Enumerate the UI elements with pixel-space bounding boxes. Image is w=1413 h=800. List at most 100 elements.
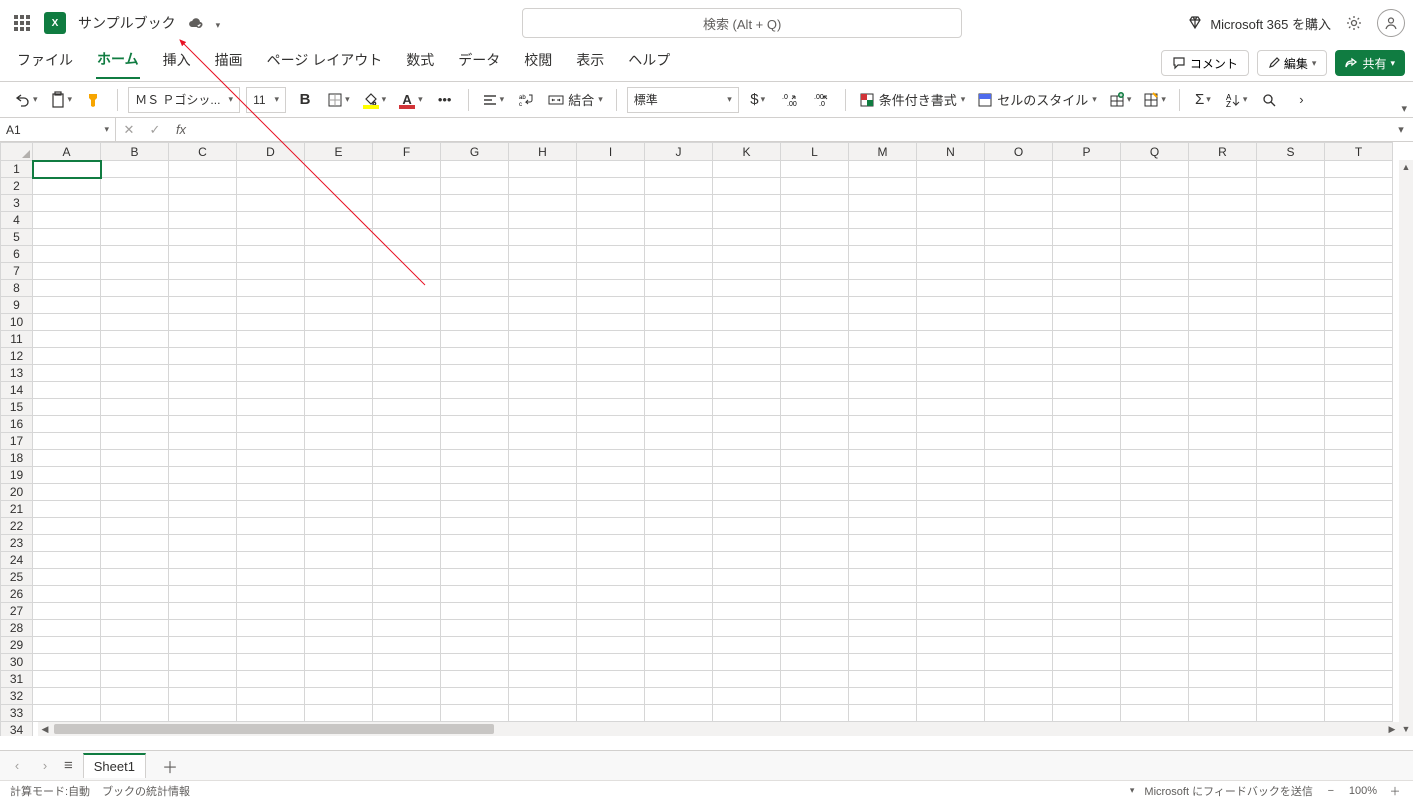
cell[interactable] [1325,552,1393,569]
cell[interactable] [101,620,169,637]
cell[interactable] [849,229,917,246]
row-header[interactable]: 28 [1,620,33,637]
cell[interactable] [713,603,781,620]
cell[interactable] [237,382,305,399]
cell[interactable] [101,382,169,399]
cell[interactable] [781,518,849,535]
cell[interactable] [169,161,237,178]
row-header[interactable]: 19 [1,467,33,484]
cell[interactable] [917,705,985,722]
cell[interactable] [373,535,441,552]
cell[interactable] [509,637,577,654]
cell[interactable] [1325,654,1393,671]
cell[interactable] [917,637,985,654]
cell[interactable] [917,263,985,280]
vertical-scrollbar[interactable]: ▲ ▼ [1399,160,1413,736]
row-header[interactable]: 15 [1,399,33,416]
cell[interactable] [237,195,305,212]
cell[interactable] [1053,603,1121,620]
cell[interactable] [305,229,373,246]
cell[interactable] [33,246,101,263]
cell[interactable] [305,586,373,603]
cell[interactable] [1053,382,1121,399]
cell[interactable] [169,671,237,688]
cell[interactable] [1189,450,1257,467]
cell[interactable] [1189,348,1257,365]
cell[interactable] [509,484,577,501]
cell[interactable] [169,229,237,246]
cell[interactable] [33,518,101,535]
column-header[interactable]: B [101,143,169,161]
cell[interactable] [101,586,169,603]
scroll-down-icon[interactable]: ▼ [1399,722,1413,736]
cell[interactable] [1257,688,1325,705]
cell[interactable] [1257,161,1325,178]
ribbon-expand-icon[interactable]: ▾ [1401,102,1407,115]
cell[interactable] [169,195,237,212]
cell[interactable] [645,399,713,416]
cell[interactable] [1053,620,1121,637]
cell[interactable] [441,467,509,484]
cell[interactable] [169,603,237,620]
cell[interactable] [509,314,577,331]
cell[interactable] [645,280,713,297]
cell[interactable] [1121,603,1189,620]
cell[interactable] [1121,518,1189,535]
cell[interactable] [645,467,713,484]
format-cells-button[interactable]: ▾ [1140,86,1169,114]
cell[interactable] [781,348,849,365]
cell[interactable] [1053,484,1121,501]
cell[interactable] [781,178,849,195]
cell[interactable] [373,161,441,178]
cell[interactable] [849,195,917,212]
cell[interactable] [1121,620,1189,637]
cell[interactable] [1053,348,1121,365]
cell[interactable] [577,637,645,654]
cell[interactable] [1189,246,1257,263]
cell[interactable] [1325,280,1393,297]
cell[interactable] [305,331,373,348]
cell[interactable] [305,246,373,263]
cell[interactable] [645,433,713,450]
cell[interactable] [781,280,849,297]
cell[interactable] [577,399,645,416]
cell[interactable] [441,688,509,705]
cell[interactable] [1121,229,1189,246]
cell[interactable] [1257,365,1325,382]
cell[interactable] [305,450,373,467]
cell[interactable] [509,671,577,688]
font-name-select[interactable]: ＭＳ Ｐゴシッ...▾ [128,87,240,113]
cell[interactable] [101,280,169,297]
increase-decimal-button[interactable]: .0.00 [777,86,803,114]
column-header[interactable]: N [917,143,985,161]
cell[interactable] [305,314,373,331]
cell[interactable] [509,654,577,671]
cell[interactable] [509,195,577,212]
feedback-label[interactable]: Microsoft にフィードバックを送信 [1144,783,1312,799]
row-header[interactable]: 2 [1,178,33,195]
cell[interactable] [441,433,509,450]
cell[interactable] [101,178,169,195]
cell[interactable] [713,365,781,382]
cell[interactable] [1121,433,1189,450]
cell[interactable] [645,365,713,382]
row-header[interactable]: 9 [1,297,33,314]
cell[interactable] [1121,263,1189,280]
cell[interactable] [237,280,305,297]
cell[interactable] [645,654,713,671]
cell[interactable] [1325,161,1393,178]
cell[interactable] [781,263,849,280]
cell[interactable] [1325,297,1393,314]
confirm-formula-icon[interactable]: ✓ [142,118,168,141]
cell[interactable] [1053,314,1121,331]
formula-input[interactable] [194,118,1389,141]
cell[interactable] [237,688,305,705]
cell[interactable] [849,263,917,280]
row-header[interactable]: 21 [1,501,33,518]
cell[interactable] [577,467,645,484]
cell[interactable] [509,212,577,229]
cell[interactable] [645,348,713,365]
cell[interactable] [101,688,169,705]
column-header[interactable]: E [305,143,373,161]
cell[interactable] [1189,161,1257,178]
